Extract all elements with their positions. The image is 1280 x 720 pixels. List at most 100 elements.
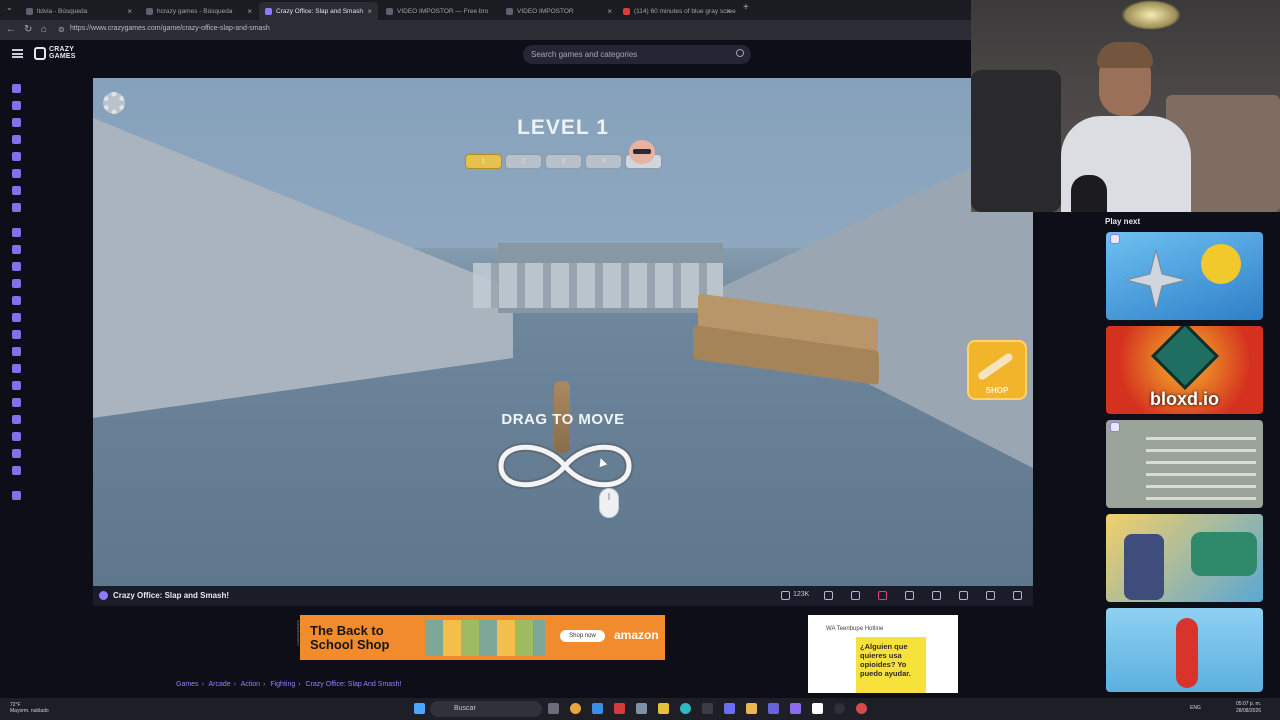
- tab-1[interactable]: ltdvia - Búsqueda ×: [20, 2, 138, 20]
- two-player-icon[interactable]: [12, 203, 21, 212]
- recent-icon[interactable]: [12, 101, 21, 110]
- vscode-icon[interactable]: [592, 703, 603, 714]
- audio-icon[interactable]: [986, 591, 995, 600]
- report-icon[interactable]: [932, 591, 941, 600]
- close-tab-icon[interactable]: ×: [127, 7, 132, 16]
- discord-icon[interactable]: [724, 703, 735, 714]
- multiplayer-icon[interactable]: [12, 186, 21, 195]
- bike-icon[interactable]: [12, 296, 21, 305]
- tab-2[interactable]: hcrazy games - Búsqueda ×: [140, 2, 258, 20]
- weather-widget[interactable]: 72°F Mayorm. nublado: [10, 702, 49, 714]
- reload-icon[interactable]: ↻: [24, 24, 32, 35]
- settings-gear-icon[interactable]: [103, 92, 125, 114]
- tab-6[interactable]: (114) 60 minutes of blue gray scree ×: [617, 2, 737, 20]
- play-next-thumbnail[interactable]: [1106, 514, 1263, 602]
- casual-icon[interactable]: [12, 347, 21, 356]
- tab-favicon-icon: [623, 7, 630, 15]
- dislike-icon[interactable]: [824, 591, 833, 600]
- windows-taskbar: 72°F Mayorm. nublado Buscar ENG 05:07 p. …: [0, 698, 1280, 720]
- back-icon[interactable]: ←: [6, 24, 16, 35]
- close-tab-icon[interactable]: ×: [247, 7, 252, 16]
- hotline-ad[interactable]: WA Teenbupe Hotline ¿Alguien que quieres…: [808, 615, 958, 693]
- play-next-thumbnail[interactable]: [1106, 232, 1263, 320]
- windows-start-icon[interactable]: [414, 703, 425, 714]
- capcut-icon[interactable]: [812, 703, 823, 714]
- edge-icon[interactable]: [680, 703, 691, 714]
- originals-icon[interactable]: [12, 169, 21, 178]
- flash-icon[interactable]: [12, 432, 21, 441]
- teams-icon[interactable]: [768, 703, 779, 714]
- breadcrumb-item[interactable]: Fighting: [270, 681, 295, 688]
- folder-icon[interactable]: [746, 703, 757, 714]
- search-placeholder: Search games and categories: [531, 50, 638, 59]
- search-icon[interactable]: [736, 49, 744, 57]
- amazon-ad-banner[interactable]: The Back to School Shop Shop now amazon: [300, 615, 665, 660]
- clicker-icon[interactable]: [12, 364, 21, 373]
- play-next-thumbnail[interactable]: bloxd.io: [1106, 326, 1263, 414]
- breadcrumb-item[interactable]: Action: [241, 681, 260, 688]
- close-tab-icon[interactable]: ×: [367, 7, 372, 16]
- basketball-icon[interactable]: [12, 262, 21, 271]
- new-tab-button[interactable]: +: [743, 2, 749, 13]
- search-input[interactable]: Search games and categories: [523, 45, 751, 64]
- trending-icon[interactable]: [12, 135, 21, 144]
- obs-icon[interactable]: [834, 703, 845, 714]
- site-info-icon[interactable]: ⊜: [58, 25, 65, 34]
- controller-icon[interactable]: [12, 381, 21, 390]
- fps-icon[interactable]: [12, 449, 21, 458]
- updated-icon[interactable]: [12, 152, 21, 161]
- escape-icon[interactable]: [12, 415, 21, 424]
- shop-button[interactable]: SHOP: [967, 340, 1027, 400]
- taskbar-search[interactable]: Buscar: [430, 701, 542, 717]
- tab-list-icon[interactable]: ⌄: [6, 3, 13, 12]
- bookmark-icon[interactable]: [851, 591, 860, 600]
- app-purple-icon[interactable]: [790, 703, 801, 714]
- app-yellow-icon[interactable]: [658, 703, 669, 714]
- action-icon[interactable]: [12, 228, 21, 237]
- store-icon[interactable]: [636, 703, 647, 714]
- new-badge-icon: [1110, 234, 1120, 244]
- adventure-icon[interactable]: [12, 245, 21, 254]
- breadcrumb-item[interactable]: Arcade: [208, 681, 230, 688]
- play-next-thumbnail[interactable]: [1106, 420, 1263, 508]
- close-tab-icon[interactable]: ×: [607, 7, 612, 16]
- io-icon[interactable]: [12, 491, 21, 500]
- ad-shop-button[interactable]: Shop now: [560, 630, 605, 642]
- tab-4[interactable]: VIDEO IMPOSTOR — Free bro: [380, 2, 498, 20]
- driving-icon[interactable]: [12, 398, 21, 407]
- close-tab-icon[interactable]: ×: [726, 7, 731, 16]
- card-icon[interactable]: [12, 330, 21, 339]
- tab-3-active[interactable]: Crazy Office: Slap and Smash ×: [259, 2, 378, 20]
- app-red-icon[interactable]: [614, 703, 625, 714]
- system-clock[interactable]: 05:07 p. m. 28/08/2026: [1236, 701, 1261, 715]
- app-dark-icon[interactable]: [702, 703, 713, 714]
- language-indicator[interactable]: ENG: [1190, 705, 1201, 711]
- theater-icon[interactable]: [959, 591, 968, 600]
- favorite-icon[interactable]: [878, 591, 887, 600]
- home-icon[interactable]: [12, 84, 21, 93]
- crazygames-logo[interactable]: CRAZY GAMES: [34, 46, 76, 60]
- tab-label: VIDEO IMPOSTOR — Free bro: [397, 7, 489, 15]
- breadcrumb-item[interactable]: Games: [176, 681, 199, 688]
- beauty-icon[interactable]: [12, 279, 21, 288]
- tab-5[interactable]: VIDEO IMPOSTOR ×: [500, 2, 618, 20]
- breadcrumb-item[interactable]: Crazy Office: Slap And Smash!: [306, 681, 402, 688]
- ad-image: [425, 620, 545, 656]
- chrome-icon[interactable]: [570, 703, 581, 714]
- play-next-thumbnail[interactable]: [1106, 608, 1263, 692]
- tab-favicon-icon: [26, 7, 33, 15]
- like-icon[interactable]: [781, 591, 790, 600]
- url-field[interactable]: https://www.crazygames.com/game/crazy-of…: [70, 25, 270, 32]
- home-icon[interactable]: ⌂: [41, 24, 47, 35]
- recorder-icon[interactable]: [856, 703, 867, 714]
- new-icon[interactable]: [12, 118, 21, 127]
- car-icon[interactable]: [12, 313, 21, 322]
- horror-icon[interactable]: [12, 466, 21, 475]
- game-canvas[interactable]: LEVEL 1 1 2 3 4 DRAG TO MOVE SHOP: [93, 78, 1033, 586]
- task-view-icon[interactable]: [548, 703, 559, 714]
- share-icon[interactable]: [905, 591, 914, 600]
- ad2-header: WA Teenbupe Hotline: [826, 626, 884, 632]
- fullscreen-icon[interactable]: [1013, 591, 1022, 600]
- shuriken-icon: [1126, 250, 1186, 310]
- menu-icon[interactable]: [12, 49, 23, 58]
